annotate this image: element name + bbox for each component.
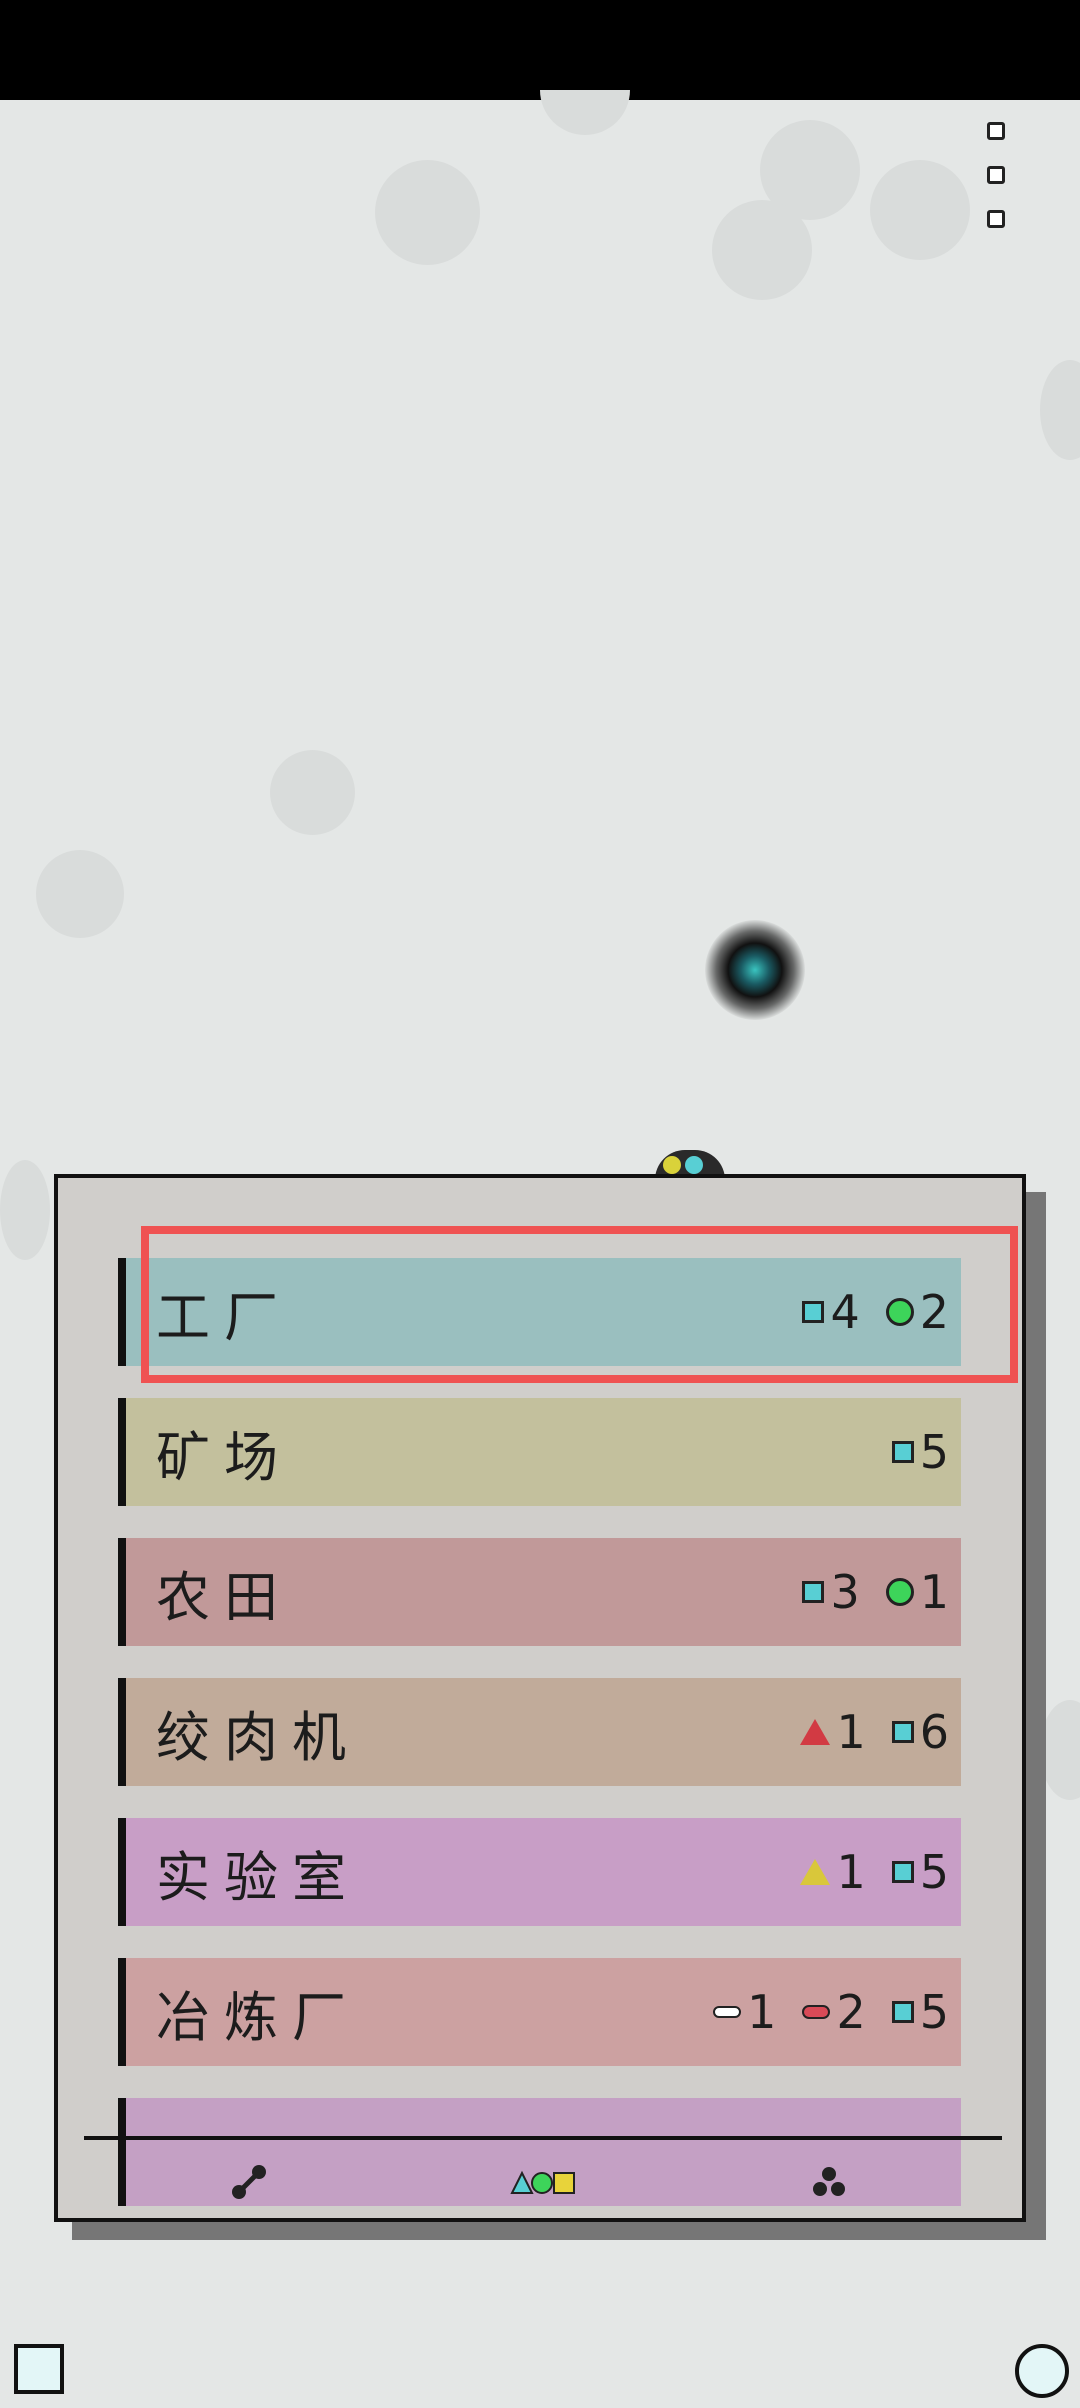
connect-icon <box>232 2165 266 2199</box>
building-costs: 1 6 <box>800 1705 949 1759</box>
building-item-farm[interactable]: 农田 3 1 <box>118 1538 961 1646</box>
building-name: 实验室 <box>156 1845 360 1909</box>
background-blob <box>870 160 970 260</box>
yellow-triangle-icon <box>800 1859 831 1885</box>
menu-square-icon <box>987 166 1005 184</box>
square-icon <box>891 1861 914 1883</box>
building-name: 绞肉机 <box>156 1705 360 1769</box>
building-name: 农田 <box>156 1565 292 1629</box>
building-item-smelter[interactable]: 冶炼厂 1 2 5 <box>118 1958 961 2066</box>
tab-group[interactable] <box>769 2144 889 2218</box>
building-item-meat-grinder[interactable]: 绞肉机 1 6 <box>118 1678 961 1786</box>
square-button[interactable] <box>14 2344 64 2394</box>
square-icon <box>891 1721 914 1743</box>
selection-highlight <box>141 1226 1018 1383</box>
menu-square-icon <box>987 122 1005 140</box>
cost-item: 6 <box>891 1705 949 1759</box>
building-costs: 1 2 5 <box>713 1985 949 2039</box>
building-name: 矿场 <box>156 1425 292 1489</box>
square-icon <box>891 1441 914 1463</box>
building-name: 冶炼厂 <box>156 1985 360 2049</box>
background-blob <box>0 1160 50 1260</box>
creature[interactable] <box>705 920 805 1020</box>
building-item-lab[interactable]: 实验室 1 5 <box>118 1818 961 1926</box>
background-blob <box>540 90 630 135</box>
tab-connect[interactable] <box>189 2144 309 2218</box>
cost-qty: 2 <box>836 1985 866 2039</box>
building-list[interactable]: 工厂 4 2 矿场 5 农田 3 1 绞肉机 1 6 实验室 1 5 冶炼厂 1… <box>118 1258 1020 2214</box>
cost-qty: 5 <box>919 1985 949 2039</box>
cost-item: 1 <box>800 1705 866 1759</box>
cost-qty: 1 <box>747 1985 777 2039</box>
cost-item: 5 <box>891 1985 949 2039</box>
menu-square-icon <box>987 210 1005 228</box>
cost-qty: 1 <box>836 1845 866 1899</box>
background-blob <box>270 750 355 835</box>
cost-item: 2 <box>802 1985 866 2039</box>
shapes-icon <box>510 2170 575 2194</box>
building-costs: 5 <box>891 1425 949 1479</box>
background-blob <box>1040 1700 1080 1800</box>
background-blob <box>375 160 480 265</box>
tab-shapes[interactable] <box>484 2144 604 2218</box>
group-icon <box>813 2167 845 2196</box>
cost-qty: 1 <box>836 1705 866 1759</box>
cost-qty: 6 <box>919 1705 949 1759</box>
background-blob <box>36 850 124 938</box>
tabbar-divider <box>84 2136 1002 2140</box>
cost-qty: 1 <box>919 1565 949 1619</box>
building-costs: 3 1 <box>802 1565 949 1619</box>
square-icon <box>891 2001 914 2023</box>
status-bar <box>0 0 1080 100</box>
bone-icon <box>713 2006 742 2018</box>
cost-item: 5 <box>891 1425 949 1479</box>
cost-qty: 3 <box>830 1565 860 1619</box>
background-blob <box>712 200 812 300</box>
cost-qty: 5 <box>919 1425 949 1479</box>
tabbar <box>58 2144 1022 2218</box>
circle-icon <box>885 1578 914 1606</box>
cost-item: 1 <box>885 1565 949 1619</box>
cost-qty: 5 <box>919 1845 949 1899</box>
building-costs: 1 5 <box>800 1845 949 1899</box>
background-blob <box>1040 360 1080 460</box>
square-icon <box>802 1581 825 1603</box>
circle-button[interactable] <box>1015 2344 1069 2398</box>
building-item-mine[interactable]: 矿场 5 <box>118 1398 961 1506</box>
cost-item: 1 <box>800 1845 866 1899</box>
red-triangle-icon <box>800 1719 831 1745</box>
options-menu-button[interactable] <box>985 122 1011 240</box>
cost-item: 5 <box>891 1845 949 1899</box>
sausage-icon <box>802 2005 831 2019</box>
cost-item: 3 <box>802 1565 860 1619</box>
cost-item: 1 <box>713 1985 776 2039</box>
